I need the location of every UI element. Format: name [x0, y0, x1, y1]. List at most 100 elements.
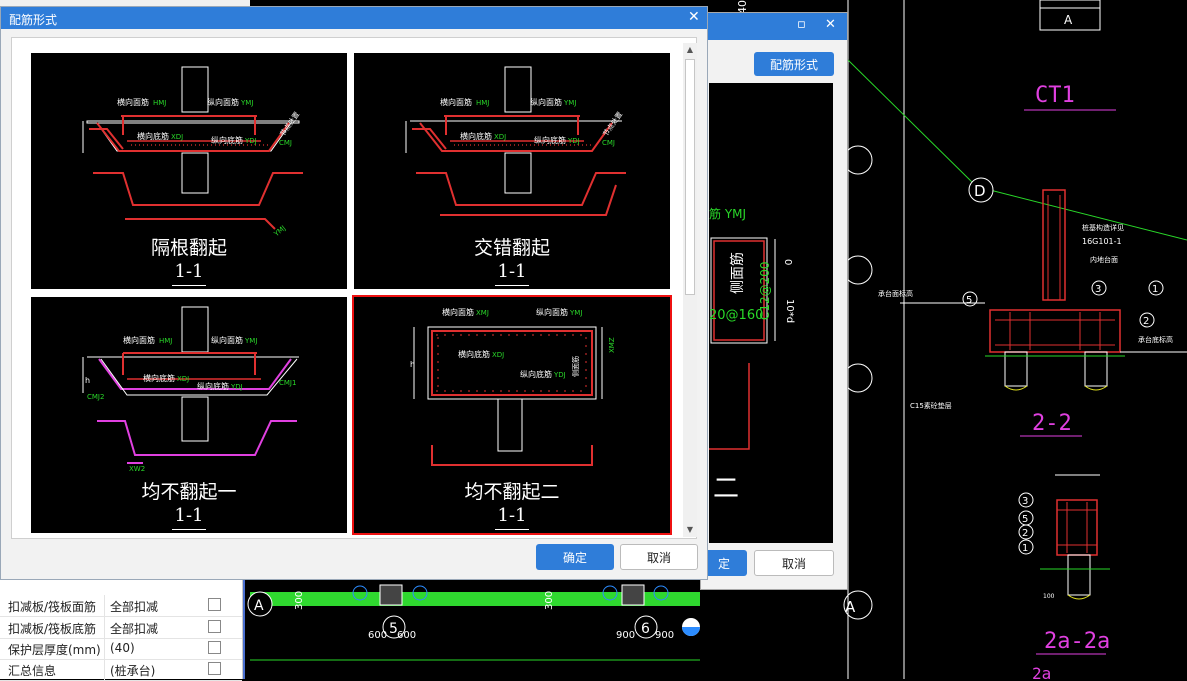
label-bot-h: 横向底筋 — [143, 373, 175, 383]
ct1-label: CT1 — [1035, 83, 1075, 108]
prop-checkbox[interactable] — [208, 598, 221, 611]
label-bot-v: 纵向底筋 — [534, 135, 566, 145]
label-bot-v-code: YDJ — [567, 137, 580, 145]
note-pile: 桩基构造详见 — [1082, 223, 1124, 232]
label-top-v-code: YMJ — [563, 99, 576, 107]
callout-5-a: 5 — [966, 295, 972, 306]
dim-600-a: 600 — [368, 630, 387, 641]
prop-checkbox[interactable] — [208, 641, 221, 654]
label-bot-h-code: XDJ — [492, 351, 504, 359]
maximize-icon[interactable]: ▫ — [797, 17, 806, 32]
note-ground: 内地台面 — [1090, 255, 1118, 264]
callout-1-b: 1 — [1022, 543, 1028, 554]
scroll-thumb[interactable] — [685, 59, 695, 295]
note-top: 承台面标高 — [878, 289, 913, 298]
label-bot-h: 横向底筋 — [137, 131, 169, 141]
close-icon[interactable]: ✕ — [825, 17, 836, 32]
rebar-form-button[interactable]: 配筋形式 — [754, 52, 834, 76]
ok-button[interactable]: 确定 — [536, 544, 614, 570]
bg-cancel-button[interactable]: 取消 — [754, 550, 834, 576]
prop-row-cover[interactable]: 保护层厚度(mm) (40) — [0, 638, 242, 660]
prop-value: (40) — [110, 641, 135, 655]
section-2a-partial: 2a — [1032, 664, 1051, 679]
label-bot-v: 纵向底筋 — [197, 381, 229, 391]
cancel-button[interactable]: 取消 — [620, 544, 698, 570]
option-name: 均不翻起一 — [141, 481, 237, 503]
bg-side-text: 侧面筋 — [729, 252, 746, 294]
label-top-v: 纵向面筋 — [207, 97, 239, 107]
label-top-h-code: HMJ — [476, 99, 489, 107]
callout-1-a: 1 — [1152, 284, 1158, 295]
prop-key: 扣减板/筏板底筋 — [8, 622, 97, 636]
label-top-v-code: YMJ — [569, 309, 582, 317]
note-std: 16G101-1 — [1082, 237, 1122, 246]
label-bot-h: 横向底筋 — [458, 349, 490, 359]
background-dialog: ▫ ✕ 配筋形式 筋 YMJ 侧面筋 C12@200 20@160 0 10*d… — [700, 12, 848, 590]
label-top-v-code: YMJ — [244, 337, 257, 345]
prop-checkbox[interactable] — [208, 620, 221, 633]
label-bot-v-code: YDJ — [553, 371, 566, 379]
label-xw2: XW2 — [129, 465, 145, 473]
label-cmj: CMJ — [279, 139, 292, 147]
label-top-h-code: HMJ — [153, 99, 166, 107]
dim-600-b: 600 — [397, 630, 416, 641]
bg-glyph: 二 — [713, 474, 739, 504]
label-side: 侧面筋 — [571, 356, 580, 377]
option-alternate-bend-up[interactable]: 横向面筋 HMJ 纵向面筋 YMJ 横向底筋 XDJ 纵向底筋 YDJ CMJ … — [31, 53, 347, 289]
label-stirrup: 节点处置 — [278, 110, 301, 138]
label-cmj2: CMJ2 — [87, 393, 104, 401]
option-name: 均不翻起二 — [464, 481, 560, 503]
label-bot-h-code: XDJ — [177, 375, 189, 383]
label-top-h: 横向面筋 — [440, 97, 472, 107]
callout-2-b: 2 — [1022, 528, 1028, 539]
label-bot-h-code: XDJ — [171, 133, 183, 141]
prop-row-deduct-bottom[interactable]: 扣减板/筏板底筋 全部扣减 — [0, 617, 242, 639]
label-bot-v-code: YDJ — [244, 137, 257, 145]
prop-row-summary[interactable]: 汇总信息 (桩承台) — [0, 659, 242, 681]
prop-value: (桩承台) — [110, 664, 156, 678]
options-grid: 横向面筋 HMJ 纵向面筋 YMJ 横向底筋 XDJ 纵向底筋 YDJ CMJ … — [11, 37, 697, 539]
scroll-down-icon[interactable]: ▼ — [683, 523, 697, 537]
label-xmz: XMZ — [608, 337, 616, 353]
label-top-v: 纵向面筋 — [536, 307, 568, 317]
prop-checkbox[interactable] — [208, 662, 221, 675]
bg-dim2: 10*d — [784, 299, 795, 323]
option-section: 1-1 — [174, 261, 204, 282]
rebar-form-dialog: 配筋形式 ✕ 横向面筋 HMJ 纵向面筋 YMJ 横向底筋 XDJ 纵向底筋 Y… — [0, 6, 708, 580]
prop-row-deduct-top[interactable]: 扣减板/筏板面筋 全部扣减 — [0, 595, 242, 617]
prop-key: 扣减板/筏板面筋 — [8, 600, 97, 614]
vertical-scrollbar[interactable]: ▲ ▼ — [683, 43, 697, 537]
label-top-h: 横向面筋 — [442, 307, 474, 317]
callout-3-b: 3 — [1022, 496, 1028, 507]
close-icon[interactable]: ✕ — [688, 9, 700, 25]
bg-titlebar: ▫ ✕ — [701, 13, 847, 40]
bg-preview-panel: 筋 YMJ 侧面筋 C12@200 20@160 0 10*d 二 — [709, 83, 833, 543]
dialog-titlebar: 配筋形式 ✕ — [1, 7, 707, 29]
note-c15: C15素砼垫层 — [910, 401, 952, 410]
label-top-v: 纵向面筋 — [530, 97, 562, 107]
option-section: 1-1 — [174, 505, 204, 526]
dim-300-b: 300 — [544, 591, 555, 610]
prop-key: 汇总信息 — [8, 664, 57, 678]
option-no-bend-one[interactable]: 横向面筋 HMJ 纵向面筋 YMJ 横向底筋 XDJ 纵向底筋 YDJ CMJ1… — [31, 297, 347, 533]
label-bot-h: 横向底筋 — [460, 131, 492, 141]
note-100: 100 — [1043, 593, 1055, 600]
svg-text:A: A — [845, 598, 856, 616]
bg-spacing2: 20@160 — [709, 308, 763, 323]
scroll-up-icon[interactable]: ▲ — [683, 43, 697, 57]
label-h: h — [85, 376, 90, 385]
label-top-v: 纵向面筋 — [211, 335, 243, 345]
option-staggered-bend-up[interactable]: 横向面筋 HMJ 纵向面筋 YMJ 横向底筋 XDJ 纵向底筋 YDJ CMJ … — [354, 53, 670, 289]
axis-6-label: 6 — [641, 621, 650, 637]
label-top-v-code: YMJ — [240, 99, 253, 107]
callout-2-a: 2 — [1143, 316, 1149, 327]
callout-5-b: 5 — [1022, 514, 1028, 525]
label-stirrup: 节点处置 — [601, 110, 624, 138]
option-no-bend-two[interactable]: 横向面筋 XMJ 纵向面筋 YMJ 横向底筋 XDJ 纵向底筋 YDJ 侧面筋 … — [352, 295, 672, 535]
dim-900-a: 900 — [616, 630, 635, 641]
label-cmj: CMJ — [602, 139, 615, 147]
properties-panel: 扣减板/筏板面筋 全部扣减 扣减板/筏板底筋 全部扣减 保护层厚度(mm) (4… — [0, 578, 243, 681]
dialog-title: 配筋形式 — [9, 13, 58, 27]
label-top-h-code: HMJ — [159, 337, 172, 345]
prop-value: 全部扣减 — [110, 622, 159, 636]
